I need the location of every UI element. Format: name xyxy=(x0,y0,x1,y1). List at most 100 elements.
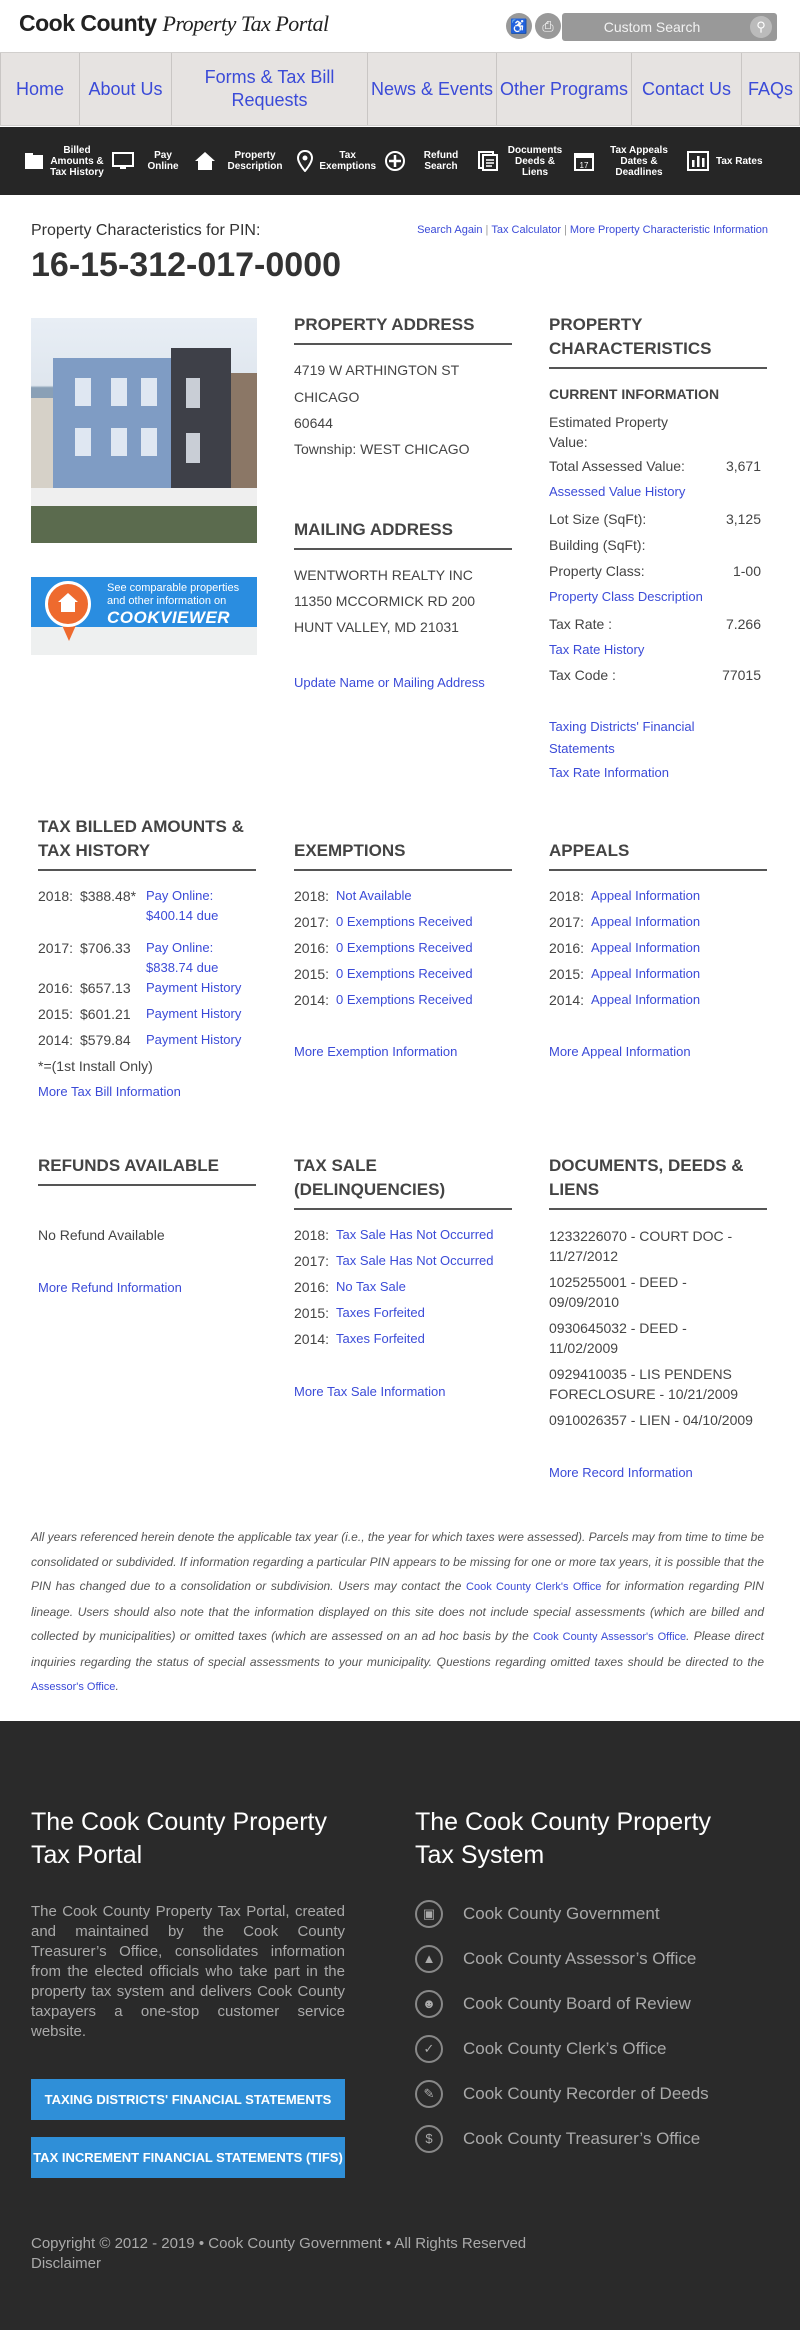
more-characteristics-link[interactable]: More Property Characteristic Information xyxy=(570,224,768,236)
more-tax-sale-link[interactable]: More Tax Sale Information xyxy=(294,1381,446,1403)
more-record-link[interactable]: More Record Information xyxy=(549,1462,693,1484)
tax-rate-info-link[interactable]: Tax Rate Information xyxy=(549,762,669,784)
exemptions-heading: EXEMPTIONS xyxy=(294,839,512,871)
quick-links: Search Again | Tax Calculator | More Propert… xyxy=(417,224,768,236)
assessor-office-link[interactable]: Cook County Assessor's Office xyxy=(533,1631,686,1643)
cookviewer-banner[interactable]: See comparable properties and other info… xyxy=(31,577,257,655)
building-row: Building (SqFt): xyxy=(549,537,646,553)
pay-online-2017-link[interactable]: Pay Online: $838.74 due xyxy=(146,935,226,978)
nav-contact-us[interactable]: Contact Us xyxy=(631,53,741,125)
org-clerk[interactable]: ✓ Cook County Clerk’s Office xyxy=(415,2035,666,2063)
billed-amounts-icon xyxy=(24,149,44,173)
more-refund-link[interactable]: More Refund Information xyxy=(38,1277,182,1299)
search-input[interactable] xyxy=(562,13,742,41)
tool-documents-deeds[interactable]: Documents Deeds & Liens xyxy=(474,127,570,195)
exemption-2016-link[interactable]: 0 Exemptions Received xyxy=(336,935,473,961)
tool-tax-rates[interactable]: Tax Rates xyxy=(682,127,768,195)
appeal-row: 2018: Appeal Information xyxy=(549,883,700,909)
org-treasurer[interactable]: $ Cook County Treasurer’s Office xyxy=(415,2125,700,2153)
accessibility-icon[interactable]: ♿ xyxy=(506,13,532,39)
appeal-row: 2014: Appeal Information xyxy=(549,987,700,1013)
appeal-2018-link[interactable]: Appeal Information xyxy=(591,883,700,909)
tax-sale-2016-link[interactable]: No Tax Sale xyxy=(336,1274,406,1300)
mailing-line2: 11350 MCCORMICK RD 200 xyxy=(294,593,476,609)
appeal-2017-link[interactable]: Appeal Information xyxy=(591,909,700,935)
nav-faqs[interactable]: FAQs xyxy=(741,53,800,125)
pin-number: 16-15-312-017-0000 xyxy=(31,246,342,284)
exemption-2018-link[interactable]: Not Available xyxy=(336,883,412,909)
payment-history-2014-link[interactable]: Payment History xyxy=(146,1027,241,1053)
update-mailing-link[interactable]: Update Name or Mailing Address xyxy=(294,672,485,694)
tax-sale-2015-link[interactable]: Taxes Forfeited xyxy=(336,1300,425,1326)
nav-about-us[interactable]: About Us xyxy=(79,53,171,125)
tax-sale-2018-link[interactable]: Tax Sale Has Not Occurred xyxy=(336,1222,494,1248)
exemption-row: 2016: 0 Exemptions Received xyxy=(294,935,473,961)
print-icon[interactable]: ⎙ xyxy=(535,13,561,39)
tif-statements-button[interactable]: TAX INCREMENT FINANCIAL STATEMENTS (TIFS… xyxy=(31,2137,345,2178)
tax-sale-row: 2014: Taxes Forfeited xyxy=(294,1326,425,1352)
tool-tax-appeals[interactable]: 17 Tax Appeals Dates & Deadlines xyxy=(570,127,682,195)
pay-online-2018-link[interactable]: Pay Online: $400.14 due xyxy=(146,883,226,926)
clerk-office-link[interactable]: Cook County Clerk's Office xyxy=(466,1581,601,1593)
appeal-2015-link[interactable]: Appeal Information xyxy=(591,961,700,987)
tool-tax-exemptions[interactable]: Tax Exemptions xyxy=(292,127,380,195)
assessor-office-link-2[interactable]: Assessor's Office xyxy=(31,1681,115,1693)
more-tax-bill-link[interactable]: More Tax Bill Information xyxy=(38,1081,181,1103)
taxing-districts-button[interactable]: TAXING DISTRICTS' FINANCIAL STATEMENTS xyxy=(31,2079,345,2120)
search-icon[interactable]: ⚲ xyxy=(750,16,772,38)
tax-appeals-icon: 17 xyxy=(574,149,594,173)
tool-refund-search[interactable]: Refund Search xyxy=(380,127,474,195)
refund-status: No Refund Available xyxy=(38,1227,165,1243)
class-row: Property Class: 1-00 xyxy=(549,563,761,579)
exemption-2015-link[interactable]: 0 Exemptions Received xyxy=(336,961,473,987)
org-assessor[interactable]: ▲ Cook County Assessor’s Office xyxy=(415,1945,696,1973)
main-nav: Home About Us Forms & Tax Bill Requests … xyxy=(0,52,800,126)
disclaimer-text: All years referenced herein denote the a… xyxy=(31,1530,765,1693)
nav-other-programs[interactable]: Other Programs xyxy=(496,53,631,125)
mailing-line3: HUNT VALLEY, MD 21031 xyxy=(294,619,459,635)
property-street: 4719 W ARTHINGTON ST xyxy=(294,362,460,378)
taxing-districts-link[interactable]: Taxing Districts' Financial Statements xyxy=(549,716,699,760)
search-again-link[interactable]: Search Again xyxy=(417,224,482,236)
tool-pay-online[interactable]: Pay Online xyxy=(108,127,190,195)
tax-calculator-link[interactable]: Tax Calculator xyxy=(491,224,561,236)
assessed-row: Total Assessed Value: 3,671 xyxy=(549,458,761,474)
disclaimer-link[interactable]: Disclaimer xyxy=(31,2255,101,2272)
appeal-2014-link[interactable]: Appeal Information xyxy=(591,987,700,1013)
nav-news-events[interactable]: News & Events xyxy=(367,53,496,125)
exemption-row: 2017: 0 Exemptions Received xyxy=(294,909,473,935)
class-description-link[interactable]: Property Class Description xyxy=(549,586,703,608)
site-logo[interactable]: Cook County Property Tax Portal xyxy=(19,10,329,37)
more-appeal-link[interactable]: More Appeal Information xyxy=(549,1041,691,1063)
characteristics-heading: PROPERTY CHARACTERISTICS xyxy=(549,313,767,369)
pencil-icon: ✎ xyxy=(415,2080,443,2108)
property-photo xyxy=(31,318,257,543)
pin-label: Property Characteristics for PIN: xyxy=(31,222,261,239)
org-recorder[interactable]: ✎ Cook County Recorder of Deeds xyxy=(415,2080,709,2108)
exemption-2017-link[interactable]: 0 Exemptions Received xyxy=(336,909,473,935)
tool-property-description[interactable]: Property Description xyxy=(190,127,292,195)
org-cook-county-government[interactable]: ▣ Cook County Government xyxy=(415,1900,660,1928)
appeal-row: 2015: Appeal Information xyxy=(549,961,700,987)
nav-home[interactable]: Home xyxy=(0,53,79,125)
tax-sale-2014-link[interactable]: Taxes Forfeited xyxy=(336,1326,425,1352)
payment-history-2015-link[interactable]: Payment History xyxy=(146,1001,241,1027)
org-board-of-review[interactable]: ☻ Cook County Board of Review xyxy=(415,1990,691,2018)
search-box: ⚲ xyxy=(562,13,777,41)
tax-bill-row: 2016: $657.13 Payment History xyxy=(38,975,241,1001)
tax-sale-row: 2018: Tax Sale Has Not Occurred xyxy=(294,1222,494,1248)
payment-history-2016-link[interactable]: Payment History xyxy=(146,975,241,1001)
nav-forms[interactable]: Forms & Tax Bill Requests xyxy=(171,53,367,125)
tax-rate-history-link[interactable]: Tax Rate History xyxy=(549,639,644,661)
tax-rate-row: Tax Rate :7.266 xyxy=(549,616,761,632)
dollar-icon: $ xyxy=(415,2125,443,2153)
tax-sale-row: 2016: No Tax Sale xyxy=(294,1274,406,1300)
document-item: 0929410035 - LIS PENDENS FORECLOSURE - 1… xyxy=(549,1366,739,1402)
exemption-2014-link[interactable]: 0 Exemptions Received xyxy=(336,987,473,1013)
tool-billed-amounts[interactable]: Billed Amounts & Tax History xyxy=(0,127,108,195)
lot-row: Lot Size (SqFt): 3,125 xyxy=(549,511,761,527)
assessed-history-link[interactable]: Assessed Value History xyxy=(549,481,685,503)
appeal-2016-link[interactable]: Appeal Information xyxy=(591,935,700,961)
tax-sale-2017-link[interactable]: Tax Sale Has Not Occurred xyxy=(336,1248,494,1274)
more-exemption-link[interactable]: More Exemption Information xyxy=(294,1041,457,1063)
